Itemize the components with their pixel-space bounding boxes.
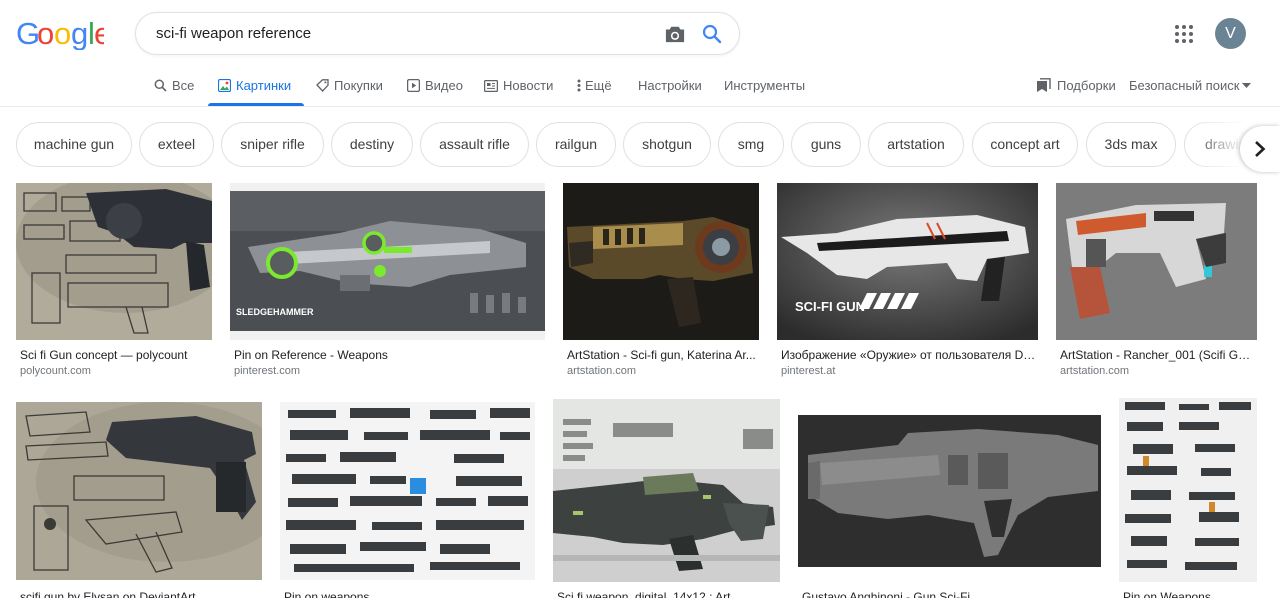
result-caption: Pin on Reference - Weapons	[234, 348, 388, 362]
image-result[interactable]: Pin on weapons	[280, 402, 535, 598]
result-thumbnail[interactable]	[1056, 183, 1257, 340]
result-thumbnail[interactable]	[563, 183, 759, 340]
search-icon	[154, 79, 167, 92]
result-source: artstation.com	[567, 365, 637, 377]
safe-search-label: Безопасный поиск	[1129, 78, 1240, 93]
tab-all[interactable]: Все	[154, 78, 194, 93]
result-thumbnail[interactable]: SLEDGEHAMMER	[230, 183, 545, 340]
thumbnail-overlay-text: SLEDGEHAMMER	[236, 307, 314, 317]
chip-assault-rifle[interactable]: assault rifle	[420, 122, 529, 167]
result-source: artstation.com	[1060, 365, 1130, 377]
result-caption: Sci fi weapon, digital, 14x12 : Art	[557, 590, 731, 598]
result-caption: Pin on weapons	[284, 590, 370, 598]
result-source: pinterest.com	[234, 365, 301, 377]
result-caption: ArtStation - Sci-fi gun, Katerina Ar...	[567, 348, 756, 362]
svg-text:G: G	[16, 16, 39, 50]
tab-tools[interactable]: Инструменты	[724, 78, 805, 93]
dropdown-arrow-icon	[1242, 82, 1252, 88]
google-logo[interactable]: G o o g l e	[16, 16, 104, 50]
image-result[interactable]: Sci fi weapon, digital, 14x12 : Art	[553, 399, 780, 598]
image-result[interactable]: SLEDGEHAMMER Pin on Reference - Weapons …	[230, 183, 545, 383]
svg-text:e: e	[94, 16, 104, 50]
chips-next-button[interactable]	[1240, 126, 1280, 172]
result-thumbnail[interactable]	[1119, 398, 1257, 582]
image-result[interactable]: scifi gun by Elysan on DeviantArt	[16, 402, 262, 598]
collections-label: Подборки	[1057, 78, 1116, 93]
chip-railgun[interactable]: railgun	[536, 122, 616, 167]
image-result[interactable]: Sci fi Gun concept — polycount polycount…	[16, 183, 212, 383]
search-tabs: Все Картинки Покупки Видео Новости Ещё Н…	[0, 68, 1280, 106]
image-result[interactable]: ArtStation - Sci-fi gun, Katerina Ar... …	[563, 183, 759, 383]
chip-guns[interactable]: guns	[791, 122, 861, 167]
account-avatar[interactable]: V	[1215, 18, 1246, 49]
safe-search-toggle[interactable]: Безопасный поиск	[1129, 78, 1252, 93]
tab-videos[interactable]: Видео	[407, 78, 463, 93]
chip-3ds-max[interactable]: 3ds max	[1086, 122, 1176, 167]
tab-images[interactable]: Картинки	[218, 78, 291, 93]
image-result[interactable]: SCI-FI GUN Изображение «Оружие» от польз…	[777, 183, 1038, 383]
result-source: pinterest.at	[781, 365, 836, 377]
tab-label: Картинки	[236, 78, 292, 93]
camera-icon[interactable]	[664, 24, 686, 44]
chip-smg[interactable]: smg	[718, 122, 784, 167]
bookmark-icon	[1037, 78, 1051, 92]
tab-label: Настройки	[638, 78, 702, 93]
tab-shopping[interactable]: Покупки	[316, 78, 383, 93]
result-thumbnail[interactable]	[798, 415, 1101, 567]
thumbnail-overlay-text: SCI-FI GUN	[795, 299, 865, 314]
news-icon	[484, 79, 498, 92]
search-input[interactable]: sci-fi weapon reference	[156, 25, 311, 42]
result-thumbnail[interactable]	[280, 402, 535, 580]
svg-text:l: l	[88, 16, 94, 50]
image-result[interactable]: Pin on Weapons	[1119, 398, 1257, 598]
tab-label: Новости	[503, 78, 554, 93]
image-result[interactable]: Gustavo Anghinoni - Gun Sci-Fi	[798, 415, 1101, 598]
tag-icon	[316, 79, 329, 92]
result-caption: ArtStation - Rancher_001 (Scifi Gun...	[1060, 348, 1255, 362]
result-caption: scifi gun by Elysan on DeviantArt	[20, 590, 196, 598]
tab-settings[interactable]: Настройки	[638, 78, 702, 93]
tab-label: Покупки	[334, 78, 383, 93]
chevron-right-icon	[1255, 141, 1266, 157]
result-caption: Sci fi Gun concept — polycount	[20, 348, 188, 362]
image-icon	[218, 79, 231, 92]
chip-destiny[interactable]: destiny	[331, 122, 413, 167]
svg-text:o: o	[54, 16, 70, 50]
search-icon[interactable]	[702, 24, 722, 44]
svg-text:o: o	[37, 16, 53, 50]
chip-exteel[interactable]: exteel	[139, 122, 214, 167]
result-caption: Изображение «Оружие» от пользователя De.…	[781, 348, 1036, 362]
more-vert-icon	[577, 79, 581, 92]
search-box[interactable]: sci-fi weapon reference	[135, 12, 740, 55]
result-thumbnail[interactable]	[553, 399, 780, 582]
tab-label: Ещё	[585, 78, 612, 93]
result-thumbnail[interactable]	[16, 183, 212, 340]
result-caption: Pin on Weapons	[1123, 590, 1211, 598]
result-thumbnail[interactable]	[16, 402, 262, 580]
tab-news[interactable]: Новости	[484, 78, 553, 93]
result-source: polycount.com	[20, 365, 91, 377]
result-thumbnail[interactable]: SCI-FI GUN	[777, 183, 1038, 340]
header-divider	[0, 106, 1280, 107]
svg-text:g: g	[71, 16, 87, 50]
image-result[interactable]: ArtStation - Rancher_001 (Scifi Gun... a…	[1056, 183, 1257, 383]
chip-machine-gun[interactable]: machine gun	[16, 122, 132, 167]
collections-link[interactable]: Подборки	[1036, 78, 1116, 93]
chip-concept-art[interactable]: concept art	[972, 122, 1078, 167]
chip-artstation[interactable]: artstation	[868, 122, 964, 167]
result-caption: Gustavo Anghinoni - Gun Sci-Fi	[802, 590, 971, 598]
apps-grid-icon[interactable]	[1174, 24, 1194, 44]
tab-label: Все	[172, 78, 195, 93]
tab-label: Видео	[425, 78, 463, 93]
chip-sniper-rifle[interactable]: sniper rifle	[221, 122, 324, 167]
tab-label: Инструменты	[724, 78, 806, 93]
chip-shotgun[interactable]: shotgun	[623, 122, 711, 167]
video-icon	[407, 79, 420, 92]
tab-more[interactable]: Ещё	[577, 78, 612, 93]
